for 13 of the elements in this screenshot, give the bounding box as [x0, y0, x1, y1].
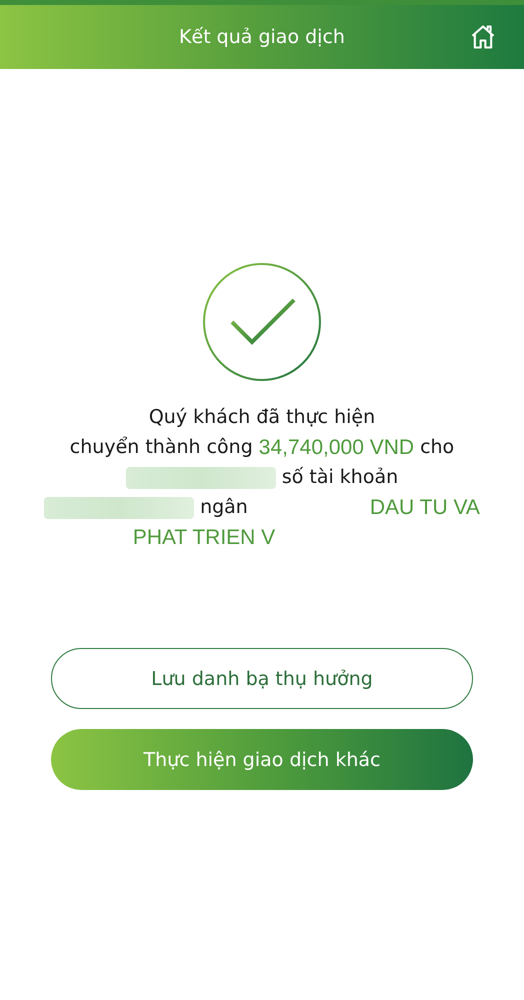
header-title: Kết quả giao dịch — [179, 26, 345, 48]
highlight-text: PHAT TRIEN V — [132, 525, 276, 551]
message-text: Quý khách đã thực hiện — [148, 405, 376, 430]
highlight-text: 34,740,000 VND — [258, 435, 414, 461]
action-button[interactable]: Lưu danh bạ thụ hưởng — [51, 648, 473, 709]
message-text: ngân — [200, 495, 248, 520]
action-button[interactable]: Thực hiện giao dịch khác — [51, 729, 473, 790]
home-icon[interactable] — [469, 23, 497, 51]
success-check-icon — [202, 262, 322, 382]
message-text: chuyển thành công — [70, 435, 253, 460]
highlight-text: DAU TU VA — [370, 495, 480, 521]
message-text: số tài khoản — [282, 465, 398, 490]
message-text: cho — [420, 435, 454, 460]
